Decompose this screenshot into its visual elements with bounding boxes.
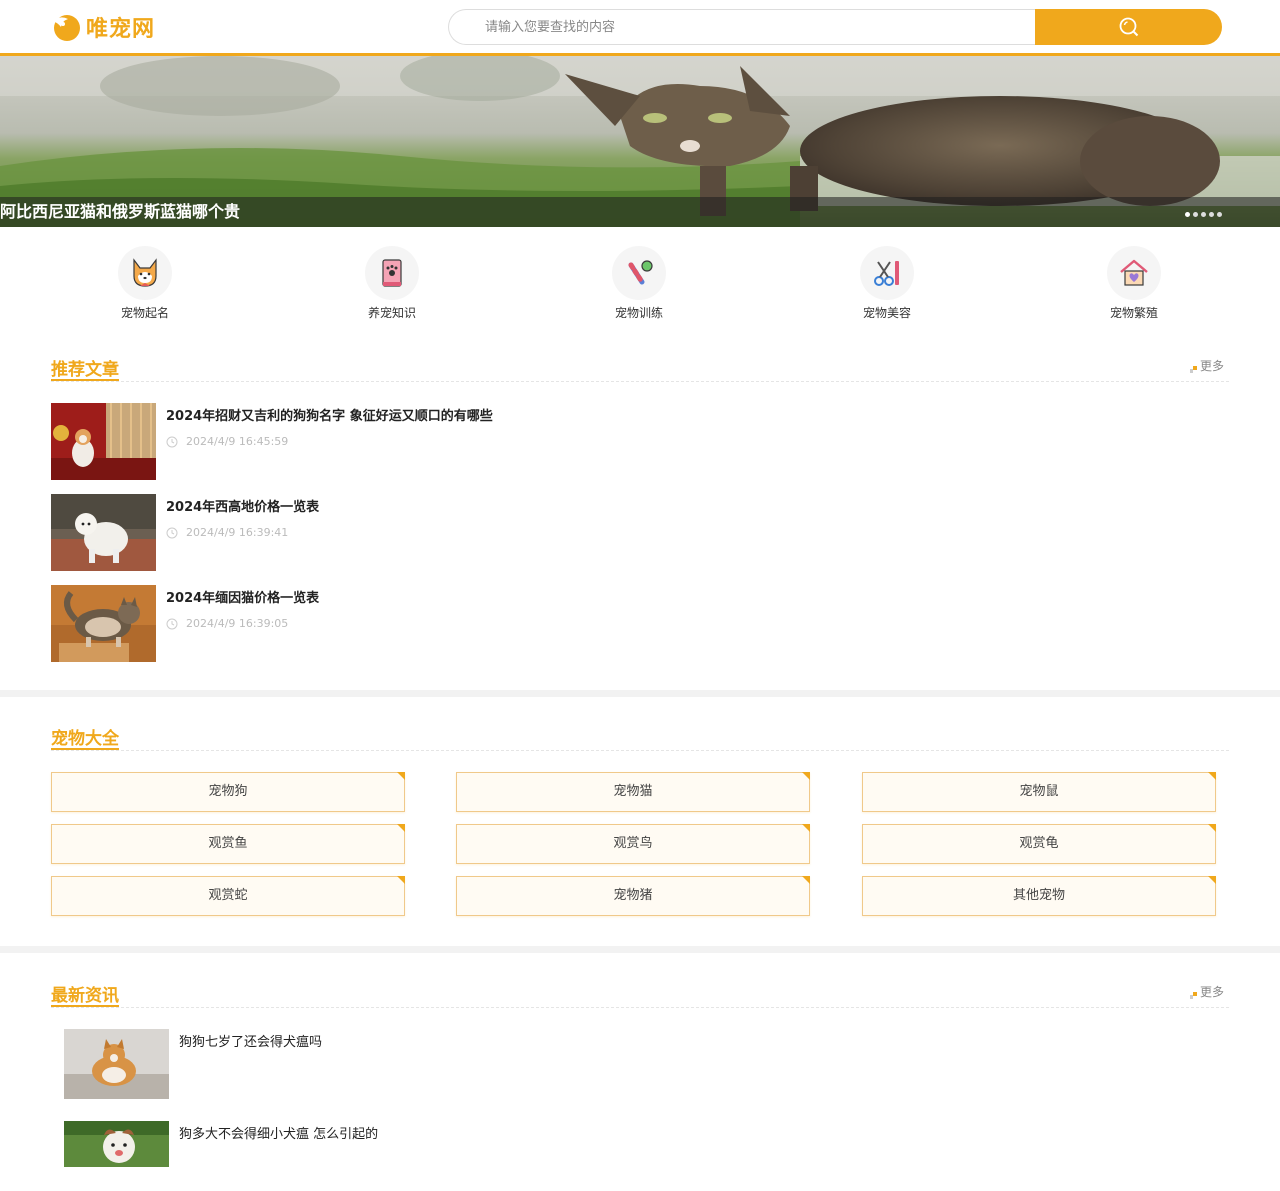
more-label: 更多 <box>1199 985 1224 999</box>
pet-category-bird[interactable]: 观赏鸟 <box>456 824 810 864</box>
bone-toy-icon <box>612 246 666 300</box>
article-meta: 2024/4/9 16:39:05 <box>166 617 288 630</box>
corner-mark-icon <box>397 824 405 832</box>
pet-category-label: 宠物狗 <box>208 784 248 799</box>
banner-pagination <box>1185 212 1222 217</box>
corner-mark-icon <box>802 824 810 832</box>
pet-category-other[interactable]: 其他宠物 <box>862 876 1216 916</box>
search-button[interactable] <box>1035 9 1222 45</box>
pet-category-snake[interactable]: 观赏蛇 <box>51 876 405 916</box>
news-thumbnail[interactable] <box>64 1029 169 1099</box>
search-icon <box>1119 17 1138 37</box>
corner-mark-icon <box>397 772 405 780</box>
logo-mark-icon <box>50 11 82 43</box>
section-title-news: 最新资讯 <box>51 986 119 1006</box>
category-label: 宠物起名 <box>120 306 169 320</box>
corner-mark-icon <box>1208 772 1216 780</box>
pet-category-label: 宠物猪 <box>613 888 653 903</box>
article-title[interactable]: 2024年缅因猫价格一览表 <box>166 587 319 606</box>
pet-category-fish[interactable]: 观赏鱼 <box>51 824 405 864</box>
article-time: 2024/4/9 16:39:05 <box>186 617 289 630</box>
article-title[interactable]: 2024年西高地价格一览表 <box>166 496 319 515</box>
pet-category-rodent[interactable]: 宠物鼠 <box>862 772 1216 812</box>
news-title[interactable]: 狗狗七岁了还会得犬瘟吗 <box>179 1031 322 1050</box>
banner-dot[interactable] <box>1185 212 1190 217</box>
article-item[interactable]: 2024年招财又吉利的狗狗名字 象征好运又顺口的有哪些 2024/4/9 16:… <box>51 403 651 480</box>
banner-dot[interactable] <box>1217 212 1222 217</box>
category-label: 养宠知识 <box>367 306 416 320</box>
pet-category-label: 观赏蛇 <box>208 888 248 903</box>
pet-category-label: 宠物鼠 <box>1019 784 1059 799</box>
category-label: 宠物美容 <box>862 306 911 320</box>
corner-mark-icon <box>1208 876 1216 884</box>
section-title-pets: 宠物大全 <box>51 729 119 749</box>
more-label: 更多 <box>1199 359 1224 373</box>
banner-dot[interactable] <box>1209 212 1214 217</box>
search-input[interactable] <box>448 9 1048 45</box>
corner-mark-icon <box>397 876 405 884</box>
more-icon <box>1189 988 1197 999</box>
corner-mark-icon <box>802 772 810 780</box>
category-pet-training[interactable]: 宠物训练 <box>584 246 694 321</box>
scissors-comb-icon <box>860 246 914 300</box>
pet-category-label: 观赏鱼 <box>208 836 248 851</box>
pet-category-dog[interactable]: 宠物狗 <box>51 772 405 812</box>
section-divider-line <box>51 381 1229 382</box>
article-thumbnail[interactable] <box>51 585 156 662</box>
pet-category-label: 其他宠物 <box>1012 888 1065 903</box>
shiba-dog-icon <box>118 246 172 300</box>
banner-dot[interactable] <box>1201 212 1206 217</box>
news-item[interactable]: 狗多大不会得细小犬瘟 怎么引起的 <box>64 1121 664 1191</box>
clock-icon <box>166 527 178 538</box>
pet-category-pig[interactable]: 宠物猪 <box>456 876 810 916</box>
article-item[interactable]: 2024年缅因猫价格一览表 2024/4/9 16:39:05 <box>51 585 651 662</box>
article-title[interactable]: 2024年招财又吉利的狗狗名字 象征好运又顺口的有哪些 <box>166 405 493 424</box>
article-time: 2024/4/9 16:39:41 <box>186 526 289 539</box>
article-thumbnail[interactable] <box>51 403 156 480</box>
section-title-recommended: 推荐文章 <box>51 360 119 380</box>
article-item[interactable]: 2024年西高地价格一览表 2024/4/9 16:39:41 <box>51 494 651 571</box>
category-nav: 宠物起名 养宠知识 宠物训练 宠物美容 宠物繁殖 <box>0 246 1280 326</box>
more-link-recommended[interactable]: 更多 <box>1189 357 1224 374</box>
category-pet-breeding[interactable]: 宠物繁殖 <box>1079 246 1189 321</box>
pet-house-icon <box>1107 246 1161 300</box>
site-header: 唯宠网 <box>0 0 1280 56</box>
section-divider-line <box>51 750 1229 751</box>
banner-carousel[interactable]: 阿比西尼亚猫和俄罗斯蓝猫哪个贵 <box>0 56 1280 227</box>
corner-mark-icon <box>802 876 810 884</box>
pet-category-label: 宠物猫 <box>613 784 653 799</box>
corner-mark-icon <box>1208 824 1216 832</box>
banner-dot[interactable] <box>1193 212 1198 217</box>
clock-icon <box>166 618 178 629</box>
pet-category-label: 观赏龟 <box>1019 836 1059 851</box>
banner-caption[interactable]: 阿比西尼亚猫和俄罗斯蓝猫哪个贵 <box>0 197 1280 227</box>
news-thumbnail[interactable] <box>64 1121 169 1191</box>
category-pet-naming[interactable]: 宠物起名 <box>90 246 200 321</box>
category-label: 宠物训练 <box>614 306 663 320</box>
pet-category-turtle[interactable]: 观赏龟 <box>862 824 1216 864</box>
category-pet-grooming[interactable]: 宠物美容 <box>832 246 942 321</box>
article-thumbnail[interactable] <box>51 494 156 571</box>
category-label: 宠物繁殖 <box>1109 306 1158 320</box>
article-time: 2024/4/9 16:45:59 <box>186 435 289 448</box>
search-bar <box>448 9 1222 45</box>
site-logo[interactable]: 唯宠网 <box>50 10 155 44</box>
paw-book-icon <box>365 246 419 300</box>
logo-text: 唯宠网 <box>86 16 156 42</box>
section-separator <box>0 946 1280 953</box>
more-link-news[interactable]: 更多 <box>1189 983 1224 1000</box>
pet-category-cat[interactable]: 宠物猫 <box>456 772 810 812</box>
more-icon <box>1189 362 1197 373</box>
article-meta: 2024/4/9 16:39:41 <box>166 526 288 539</box>
news-item[interactable]: 狗狗七岁了还会得犬瘟吗 <box>64 1029 664 1099</box>
news-title[interactable]: 狗多大不会得细小犬瘟 怎么引起的 <box>179 1123 378 1142</box>
clock-icon <box>166 436 178 447</box>
pet-category-label: 观赏鸟 <box>613 836 653 851</box>
section-separator <box>0 690 1280 697</box>
article-meta: 2024/4/9 16:45:59 <box>166 435 288 448</box>
section-divider-line <box>51 1007 1229 1008</box>
category-pet-knowledge[interactable]: 养宠知识 <box>337 246 447 321</box>
